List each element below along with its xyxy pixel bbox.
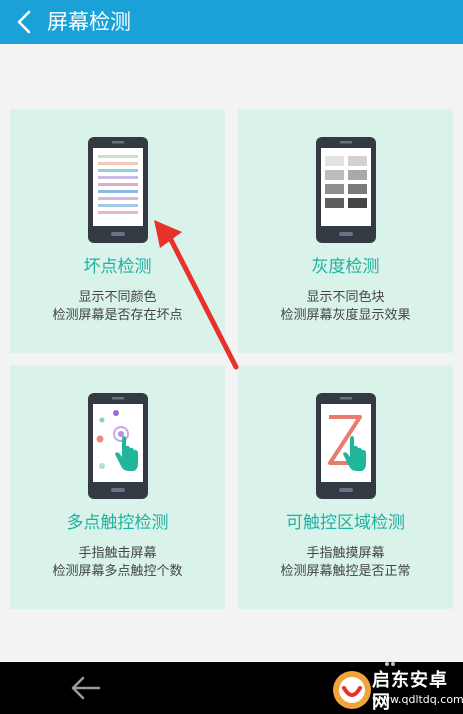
watermark-name: 启东安卓网 [372,670,448,713]
dead-pixel-test-card[interactable]: 坏点检测 显示不同颜色 检测屏幕是否存在坏点 [10,109,225,353]
content-area: 坏点检测 显示不同颜色 检测屏幕是否存在坏点 灰度检测 显示不同色块 检测屏幕灰… [0,44,463,662]
card-description: 手指触击屏幕 检测屏幕多点触控个数 [10,545,225,581]
multi-touch-test-card[interactable]: 多点触控检测 手指触击屏幕 检测屏幕多点触控个数 [10,365,225,609]
back-chevron-icon[interactable] [14,9,36,35]
touch-area-test-card[interactable]: 可触控区域检测 手指触摸屏幕 检测屏幕触控是否正常 [238,365,453,609]
card-desc-line: 显示不同颜色 [78,290,157,305]
touch-area-phone-icon [316,393,376,499]
card-desc-line: 检测屏幕灰度显示效果 [280,308,411,323]
card-description: 显示不同色块 检测屏幕灰度显示效果 [238,289,453,325]
more-dots-icon[interactable] [383,655,397,669]
card-desc-line: 显示不同色块 [306,290,385,305]
card-desc-line: 手指触摸屏幕 [306,546,385,561]
watermark-url: www.qdltdq.com [372,693,463,706]
nav-back-arrow-icon[interactable] [70,674,102,702]
card-title: 可触控区域检测 [286,513,405,533]
card-desc-line: 检测屏幕触控是否正常 [280,564,411,579]
page-title: 屏幕检测 [47,10,131,34]
card-desc-line: 检测屏幕是否存在坏点 [52,308,183,323]
color-stripes-phone-icon [88,137,148,243]
card-title: 灰度检测 [311,257,380,277]
card-description: 手指触摸屏幕 检测屏幕触控是否正常 [238,545,453,581]
gray-blocks-phone-icon [316,137,376,243]
card-title: 多点触控检测 [66,513,169,533]
multi-touch-phone-icon [88,393,148,499]
card-description: 显示不同颜色 检测屏幕是否存在坏点 [10,289,225,325]
card-desc-line: 手指触击屏幕 [78,546,157,561]
grayscale-test-card[interactable]: 灰度检测 显示不同色块 检测屏幕灰度显示效果 [238,109,453,353]
title-bar: 屏幕检测 [0,0,463,44]
card-desc-line: 检测屏幕多点触控个数 [52,564,183,579]
card-title: 坏点检测 [83,257,152,277]
